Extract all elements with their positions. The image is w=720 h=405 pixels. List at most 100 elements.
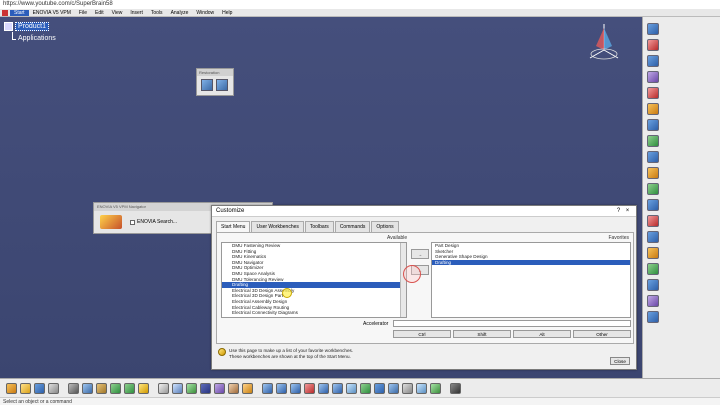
fly-mode-icon[interactable] bbox=[262, 382, 273, 394]
replace-component-icon[interactable] bbox=[647, 87, 659, 99]
catalog-icon[interactable] bbox=[200, 382, 211, 394]
formula-icon[interactable] bbox=[158, 382, 169, 394]
multi-view-icon[interactable] bbox=[360, 382, 371, 394]
tab-commands[interactable]: Commands bbox=[334, 221, 371, 232]
hand-icon[interactable] bbox=[228, 382, 239, 394]
workbench-icon[interactable] bbox=[647, 23, 659, 35]
comment-icon[interactable] bbox=[172, 382, 183, 394]
tree-child-label[interactable]: Applications bbox=[18, 35, 56, 42]
right-toolbar bbox=[642, 17, 720, 379]
macro-icon[interactable] bbox=[214, 382, 225, 394]
menu-insert[interactable]: Insert bbox=[126, 10, 147, 16]
fix-component-icon[interactable] bbox=[647, 263, 659, 275]
update-icon[interactable] bbox=[647, 279, 659, 291]
product-structure-icon[interactable] bbox=[647, 39, 659, 51]
tab-toolbars[interactable]: Toolbars bbox=[304, 221, 334, 232]
shading-icon[interactable] bbox=[388, 382, 399, 394]
zoom-in-icon[interactable] bbox=[318, 382, 329, 394]
paste-icon[interactable] bbox=[96, 382, 107, 394]
tab-options[interactable]: Options bbox=[371, 221, 399, 232]
menu-bar: Start ENOVIA V5 VPM File Edit View Inser… bbox=[0, 9, 720, 17]
close-button[interactable]: Close bbox=[610, 357, 630, 365]
menu-edit[interactable]: Edit bbox=[91, 10, 108, 16]
undo-icon[interactable] bbox=[110, 382, 121, 394]
swap-space-icon[interactable] bbox=[416, 382, 427, 394]
shift-button[interactable]: Shift bbox=[453, 330, 511, 338]
tree-branch-line bbox=[12, 31, 16, 40]
pan-icon[interactable] bbox=[290, 382, 301, 394]
new-icon[interactable] bbox=[6, 382, 17, 394]
menu-file[interactable]: File bbox=[75, 10, 91, 16]
tree-root[interactable]: Product1 bbox=[4, 22, 56, 31]
law-icon[interactable] bbox=[186, 382, 197, 394]
other-button[interactable]: Other bbox=[573, 330, 631, 338]
offset-icon[interactable] bbox=[647, 231, 659, 243]
angle-icon[interactable] bbox=[647, 247, 659, 259]
ctrl-button[interactable]: Ctrl bbox=[393, 330, 451, 338]
accelerator-field[interactable] bbox=[393, 320, 631, 327]
menu-help[interactable]: Help bbox=[218, 10, 236, 16]
measure-icon[interactable] bbox=[647, 311, 659, 323]
print-icon[interactable] bbox=[48, 382, 59, 394]
copy-icon[interactable] bbox=[82, 382, 93, 394]
list-item[interactable]: Electrical Connectivity Diagrams bbox=[222, 310, 406, 316]
enovia-logo-icon[interactable] bbox=[100, 215, 122, 229]
view-mode-icon[interactable] bbox=[430, 382, 441, 394]
normal-view-icon[interactable] bbox=[346, 382, 357, 394]
tree-child[interactable]: Applications bbox=[12, 31, 56, 42]
hide-show-icon[interactable] bbox=[402, 382, 413, 394]
existing-component-icon[interactable] bbox=[647, 71, 659, 83]
zoom-out-icon[interactable] bbox=[332, 382, 343, 394]
enovia-search[interactable]: ENOVIA Search... bbox=[130, 219, 177, 225]
restoration-toolbar: Restoration bbox=[196, 68, 234, 96]
dialog-close-icon[interactable]: × bbox=[623, 207, 632, 215]
redo-icon[interactable] bbox=[124, 382, 135, 394]
bill-of-material-icon[interactable] bbox=[647, 295, 659, 307]
help-line: Use this page to make up a list of your … bbox=[229, 348, 354, 353]
dialog-title: Customize bbox=[216, 208, 245, 214]
rotate-icon[interactable] bbox=[304, 382, 315, 394]
menu-enovia[interactable]: ENOVIA V5 VPM bbox=[29, 10, 75, 16]
restore-all-icon[interactable] bbox=[216, 79, 228, 91]
menu-tools[interactable]: Tools bbox=[147, 10, 167, 16]
list-item-selected[interactable]: Drafting bbox=[432, 259, 630, 266]
click-indicator bbox=[403, 265, 421, 283]
restoration-toolbar-title: Restoration bbox=[197, 69, 233, 76]
cut-icon[interactable] bbox=[68, 382, 79, 394]
restore-icon[interactable] bbox=[201, 79, 213, 91]
coincidence-icon[interactable] bbox=[647, 199, 659, 211]
menu-start[interactable]: Start bbox=[10, 9, 29, 16]
tab-start-menu[interactable]: Start Menu bbox=[216, 221, 251, 232]
menu-window[interactable]: Window bbox=[192, 10, 218, 16]
tab-user-workbenches[interactable]: User Workbenches bbox=[251, 221, 304, 232]
tree-root-label[interactable]: Product1 bbox=[15, 22, 50, 31]
enovia-search-checkbox[interactable] bbox=[130, 219, 135, 225]
menu-view[interactable]: View bbox=[108, 10, 127, 16]
open-icon[interactable] bbox=[20, 382, 31, 394]
whats-this-icon[interactable] bbox=[138, 382, 149, 394]
add-to-favorites-button[interactable]: → bbox=[411, 249, 429, 259]
contact-icon[interactable] bbox=[647, 215, 659, 227]
alt-button[interactable]: Alt bbox=[513, 330, 571, 338]
dialog-help-button[interactable]: ? bbox=[614, 207, 623, 215]
manipulate-icon[interactable] bbox=[647, 135, 659, 147]
catia-app-icon[interactable] bbox=[2, 9, 8, 16]
mouse-pointer-highlight bbox=[282, 288, 292, 298]
explode-icon[interactable] bbox=[647, 167, 659, 179]
graph-tree-reorder-icon[interactable] bbox=[647, 103, 659, 115]
measure-item-icon[interactable] bbox=[242, 382, 253, 394]
iso-view-icon[interactable] bbox=[374, 382, 385, 394]
favorites-list[interactable]: Part Design Sketcher Generative Shape De… bbox=[431, 242, 631, 318]
save-icon[interactable] bbox=[34, 382, 45, 394]
constraint-icon[interactable] bbox=[647, 183, 659, 195]
camera-icon[interactable] bbox=[450, 382, 461, 394]
generate-numbering-icon[interactable] bbox=[647, 119, 659, 131]
compass-icon[interactable] bbox=[584, 20, 624, 64]
fit-all-icon[interactable] bbox=[276, 382, 287, 394]
available-header: Available bbox=[387, 235, 408, 241]
snap-icon[interactable] bbox=[647, 151, 659, 163]
right-toolbar-column bbox=[647, 23, 661, 323]
menu-analyze[interactable]: Analyze bbox=[167, 10, 193, 16]
insert-component-icon[interactable] bbox=[647, 55, 659, 67]
available-list[interactable]: DMU Fastening Review DMU Fitting DMU Kin… bbox=[221, 242, 407, 318]
